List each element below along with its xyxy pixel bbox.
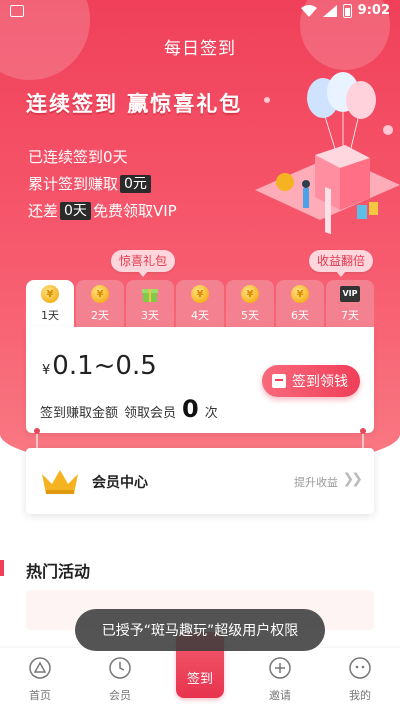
gallery-icon [10, 5, 24, 17]
day-tab-2[interactable]: ¥ 2天 [76, 280, 124, 328]
sign-in-button-label: 签到领钱 [292, 374, 348, 390]
status-bar: 9:02 [0, 0, 400, 24]
nav-item-mine[interactable]: 我的 [320, 648, 400, 711]
member-unit: 次 [204, 406, 218, 421]
coin-icon: ¥ [191, 285, 209, 303]
plus-circle-icon [269, 657, 291, 679]
earn-label: 签到赚取金额 [40, 406, 119, 421]
day-label: 2天 [91, 309, 109, 322]
member-count: 0 [182, 395, 199, 423]
remaining-value: 0天 [60, 201, 91, 220]
coin-icon: ¥ [241, 285, 259, 303]
day-label: 3天 [141, 309, 159, 322]
remaining-line: 还差 0天 免费领取VIP [28, 200, 177, 221]
day-label: 5天 [241, 309, 259, 322]
wifi-icon [300, 4, 317, 17]
nav-label: 首页 [29, 689, 51, 702]
day-tab-6[interactable]: ¥ 6天 [276, 280, 324, 328]
section-accent-bar [0, 560, 4, 576]
day-label: 7天 [341, 308, 359, 322]
coin-icon: ¥ [91, 285, 109, 303]
streak-suffix: 天 [112, 148, 128, 166]
nav-label: 签到 [186, 672, 213, 687]
nav-item-member[interactable]: 会员 [80, 648, 160, 711]
earned-line: 累计签到赚取 0元 [28, 173, 153, 194]
member-center-card[interactable]: 会员中心 提升收益 ❯❯ [26, 448, 374, 514]
day-tab-7[interactable]: VIP 7天 [326, 280, 374, 328]
day-tab-1[interactable]: ¥ 1天 [26, 280, 74, 328]
page-title: 每日签到 [164, 39, 236, 59]
earned-value: 0元 [120, 174, 151, 193]
earn-labels: 签到赚取金额 领取会员 0 次 [40, 395, 218, 423]
day-label: 4天 [191, 309, 209, 322]
nav-label: 会员 [109, 689, 131, 702]
day-label: 6天 [291, 309, 309, 322]
nav-item-invite[interactable]: 邀请 [240, 648, 320, 711]
day-tab-3[interactable]: 3天 [126, 280, 174, 328]
gift-icon [142, 289, 158, 302]
coin-icon: ¥ [291, 285, 309, 303]
crown-icon [42, 470, 78, 494]
remaining-prefix: 还差 [28, 202, 59, 220]
double-chevron-right-icon: ❯❯ [342, 471, 364, 487]
earned-prefix: 累计签到赚取 [28, 175, 119, 193]
boost-earnings-link[interactable]: 提升收益 [294, 474, 338, 490]
vip-icon: VIP [340, 285, 360, 302]
nav-label: 邀请 [269, 689, 291, 702]
day-label: 1天 [41, 309, 59, 322]
home-icon [29, 657, 51, 679]
gift-balloon-illustration [255, 72, 400, 235]
currency-symbol: ¥ [42, 363, 51, 378]
day-tabs: ¥ 1天 ¥ 2天 3天 ¥ 4天 ¥ 5天 ¥ 6天 VIP 7天 [26, 280, 374, 328]
nav-label: 我的 [349, 689, 371, 702]
surprise-gift-badge: 惊喜礼包 [111, 250, 176, 277]
face-icon [349, 657, 371, 679]
member-label: 领取会员 [124, 406, 177, 421]
nav-item-home[interactable]: 首页 [0, 648, 80, 711]
calendar-icon [272, 374, 286, 388]
sign-in-card: ¥0.1~0.5 签到赚取金额 领取会员 0 次 签到领钱 [26, 327, 374, 433]
day-tab-5[interactable]: ¥ 5天 [226, 280, 274, 328]
clock-time: 9:02 [357, 3, 390, 18]
promo-slogan: 连续签到 赢惊喜礼包 [26, 92, 243, 116]
toast-message: 已授予“斑马趣玩”超级用户权限 [75, 609, 325, 651]
hot-activities-title: 热门活动 [26, 562, 91, 581]
streak-prefix: 已连续签到 [28, 148, 104, 166]
sign-in-button[interactable]: 签到领钱 [262, 365, 360, 397]
clock-icon [109, 657, 131, 679]
remaining-suffix: 免费领取VIP [92, 202, 177, 220]
signal-icon [322, 4, 337, 17]
streak-days: 0 [103, 147, 113, 166]
coin-icon: ¥ [41, 285, 59, 303]
member-center-title: 会员中心 [92, 475, 148, 491]
battery-icon [342, 3, 352, 18]
amount-range: 0.1~0.5 [52, 351, 157, 381]
day-tab-4[interactable]: ¥ 4天 [176, 280, 224, 328]
streak-line: 已连续签到 0 天 [28, 146, 128, 167]
double-earnings-badge: 收益翻倍 [309, 250, 374, 277]
reward-amount: ¥0.1~0.5 [42, 351, 157, 381]
